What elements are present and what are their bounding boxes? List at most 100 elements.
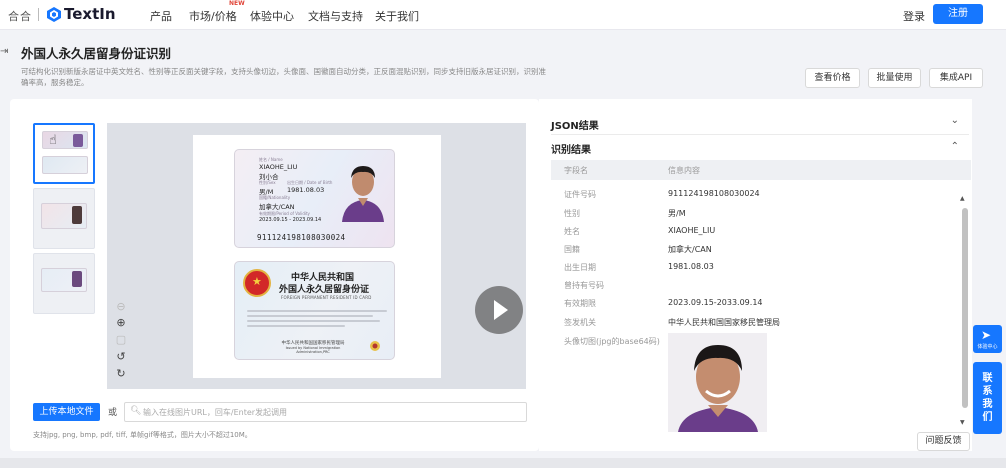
- table-row: 姓名 XIAOHE_LIU: [551, 222, 961, 240]
- table-row: 国籍 加拿大/CAN: [551, 240, 961, 258]
- card-name-en: XIAOHE_LIU: [259, 163, 298, 171]
- row-key: 曾持有号码: [564, 281, 604, 290]
- contact-char: 系: [982, 386, 993, 397]
- chevron-down-icon[interactable]: ⌄: [951, 115, 959, 126]
- card-nationality: 加拿大/CAN: [259, 203, 295, 211]
- contact-us-widget[interactable]: 联 系 我 们: [973, 362, 1002, 434]
- bottom-strip: [0, 458, 1006, 468]
- expand-sidebar-icon[interactable]: ⇥: [0, 46, 12, 58]
- row-value: 911124198108030024: [668, 189, 760, 198]
- row-value: 中华人民共和国国家移民管理局: [668, 318, 780, 327]
- register-button[interactable]: 注册: [933, 4, 983, 24]
- row-key: 出生日期: [564, 263, 596, 272]
- nav-docs-support[interactable]: 文档与支持: [308, 8, 363, 24]
- row-key: 性别: [564, 209, 580, 218]
- row-key: 签发机关: [564, 318, 596, 327]
- card-back-subtitle: FOREIGN PERMANENT RESIDENT ID CARD: [281, 295, 372, 300]
- scrollbar-thumb[interactable]: [962, 208, 968, 408]
- fit-screen-icon[interactable]: ▢: [113, 332, 129, 348]
- contact-char: 我: [982, 399, 993, 410]
- row-key: 头像切图(jpg的base64码): [564, 337, 660, 346]
- table-row: 证件号码 911124198108030024: [551, 185, 961, 203]
- recognition-result-header[interactable]: 识别结果 ⌃: [551, 135, 969, 159]
- view-price-button[interactable]: 查看价格: [805, 68, 860, 88]
- hand-cursor-icon: ☝: [49, 133, 57, 148]
- row-key: 证件号码: [564, 190, 596, 199]
- json-result-title: JSON结果: [551, 121, 599, 132]
- batch-use-button[interactable]: 批量使用: [868, 68, 921, 88]
- image-url-input[interactable]: [143, 403, 523, 421]
- new-badge: NEW: [229, 0, 245, 7]
- nav-market-pricing[interactable]: 市场/价格: [189, 8, 237, 24]
- result-table-header: 字段名 信息内容: [551, 160, 971, 180]
- top-navbar: 合合 TextIn 产品 市场/价格 NEW 体验中心 文档与支持 关于我们 登…: [0, 0, 1006, 30]
- seal-icon: [370, 341, 380, 351]
- table-row: 出生日期 1981.08.03: [551, 258, 961, 276]
- card-period: 2023.09.15 - 2023.09.14: [259, 217, 322, 223]
- document-page: 姓名 / Name XIAOHE_LIU 刘小合 性别/Sex 出生日期 / D…: [193, 135, 441, 378]
- experience-center-label: 体验中心: [977, 344, 998, 350]
- integrate-api-button[interactable]: 集成API: [929, 68, 983, 88]
- image-panel: ☝ 姓名 / Name XIAOHE_LIU 刘小合 性别/Sex 出生日期 /…: [10, 99, 539, 451]
- page-title: 外国人永久居留身份证识别: [21, 46, 172, 61]
- row-value: 1981.08.03: [668, 262, 714, 271]
- sample-thumbnail-1[interactable]: ☝: [33, 123, 95, 184]
- card-number: 911124198108030024: [257, 233, 346, 242]
- upload-local-file-button[interactable]: 上传本地文件: [33, 403, 100, 421]
- scroll-down-icon[interactable]: ▼: [960, 419, 965, 426]
- scroll-up-icon[interactable]: ▲: [960, 195, 965, 202]
- row-value: 加拿大/CAN: [668, 245, 712, 254]
- nav-experience-center[interactable]: 体验中心: [250, 8, 294, 24]
- login-link[interactable]: 登录: [903, 8, 925, 24]
- brand-divider: [38, 8, 39, 21]
- json-result-header[interactable]: JSON结果 ⌄: [551, 111, 969, 135]
- brand-prefix[interactable]: 合合: [8, 8, 32, 24]
- brand-name[interactable]: TextIn: [64, 5, 116, 23]
- table-row: 有效期限 2023.09.15-2033.09.14: [551, 294, 961, 312]
- col-field-name: 字段名: [564, 166, 588, 175]
- row-key: 有效期限: [564, 299, 596, 308]
- search-icon: 🔍︎: [130, 406, 142, 416]
- card-birth: 1981.08.03: [287, 186, 325, 194]
- sample-thumbnail-3[interactable]: [33, 253, 95, 314]
- nav-products[interactable]: 产品: [150, 8, 172, 24]
- table-row: 性别 男/M: [551, 204, 961, 222]
- rotate-right-icon[interactable]: ↻: [113, 366, 129, 382]
- rotate-left-icon[interactable]: ↺: [113, 349, 129, 365]
- card-back-text-lines: [247, 310, 387, 330]
- row-key: 姓名: [564, 227, 580, 236]
- table-row: 曾持有号码: [551, 276, 961, 294]
- card-back-issuer: 中华人民共和国国家移民管理局 Issued by National Immigr…: [273, 340, 353, 354]
- recognition-result-title: 识别结果: [551, 145, 591, 156]
- url-input-container: 🔍︎: [124, 402, 527, 422]
- row-key: 国籍: [564, 245, 580, 254]
- national-emblem-icon: [243, 269, 271, 297]
- sample-thumbnail-2[interactable]: [33, 188, 95, 249]
- row-value: XIAOHE_LIU: [668, 226, 716, 235]
- row-value: 2023.09.15-2033.09.14: [668, 298, 763, 307]
- cropped-portrait-icon: [668, 333, 767, 432]
- row-value: 男/M: [668, 209, 686, 218]
- send-arrow-icon: ➤: [981, 328, 992, 342]
- zoom-out-icon[interactable]: ⊖: [113, 299, 129, 315]
- chevron-up-icon[interactable]: ⌃: [951, 141, 959, 152]
- image-viewer[interactable]: 姓名 / Name XIAOHE_LIU 刘小合 性别/Sex 出生日期 / D…: [107, 123, 526, 389]
- play-video-icon[interactable]: [475, 286, 523, 334]
- contact-char: 们: [982, 412, 993, 423]
- id-card-front: 姓名 / Name XIAOHE_LIU 刘小合 性别/Sex 出生日期 / D…: [234, 149, 395, 248]
- page-description: 可结构化识别新版永居证中英文姓名、性别等正反面关键字段，支持头像切边，头像面、国…: [21, 67, 546, 87]
- portrait-photo-icon: [342, 166, 384, 222]
- or-text: 或: [108, 408, 118, 418]
- card-back-title2: 外国人永久居留身份证: [279, 285, 370, 295]
- col-field-value: 信息内容: [668, 166, 700, 175]
- id-card-back: 中华人民共和国 外国人永久居留身份证 FOREIGN PERMANENT RES…: [234, 261, 395, 360]
- contact-char: 联: [982, 373, 993, 384]
- table-row: 签发机关 中华人民共和国国家移民管理局: [551, 313, 961, 331]
- feedback-button[interactable]: 问题反馈: [917, 432, 970, 451]
- supported-formats-note: 支持jpg, png, bmp, pdf, tiff, 单帧gif等格式，图片大…: [33, 431, 252, 439]
- zoom-in-icon[interactable]: ⊕: [113, 315, 129, 331]
- card-back-issuer-en: Issued by National Immigration Administr…: [285, 346, 341, 354]
- nav-about-us[interactable]: 关于我们: [375, 8, 419, 24]
- experience-center-widget[interactable]: ➤ 体验中心: [973, 325, 1002, 353]
- textin-logo-icon[interactable]: [47, 7, 61, 22]
